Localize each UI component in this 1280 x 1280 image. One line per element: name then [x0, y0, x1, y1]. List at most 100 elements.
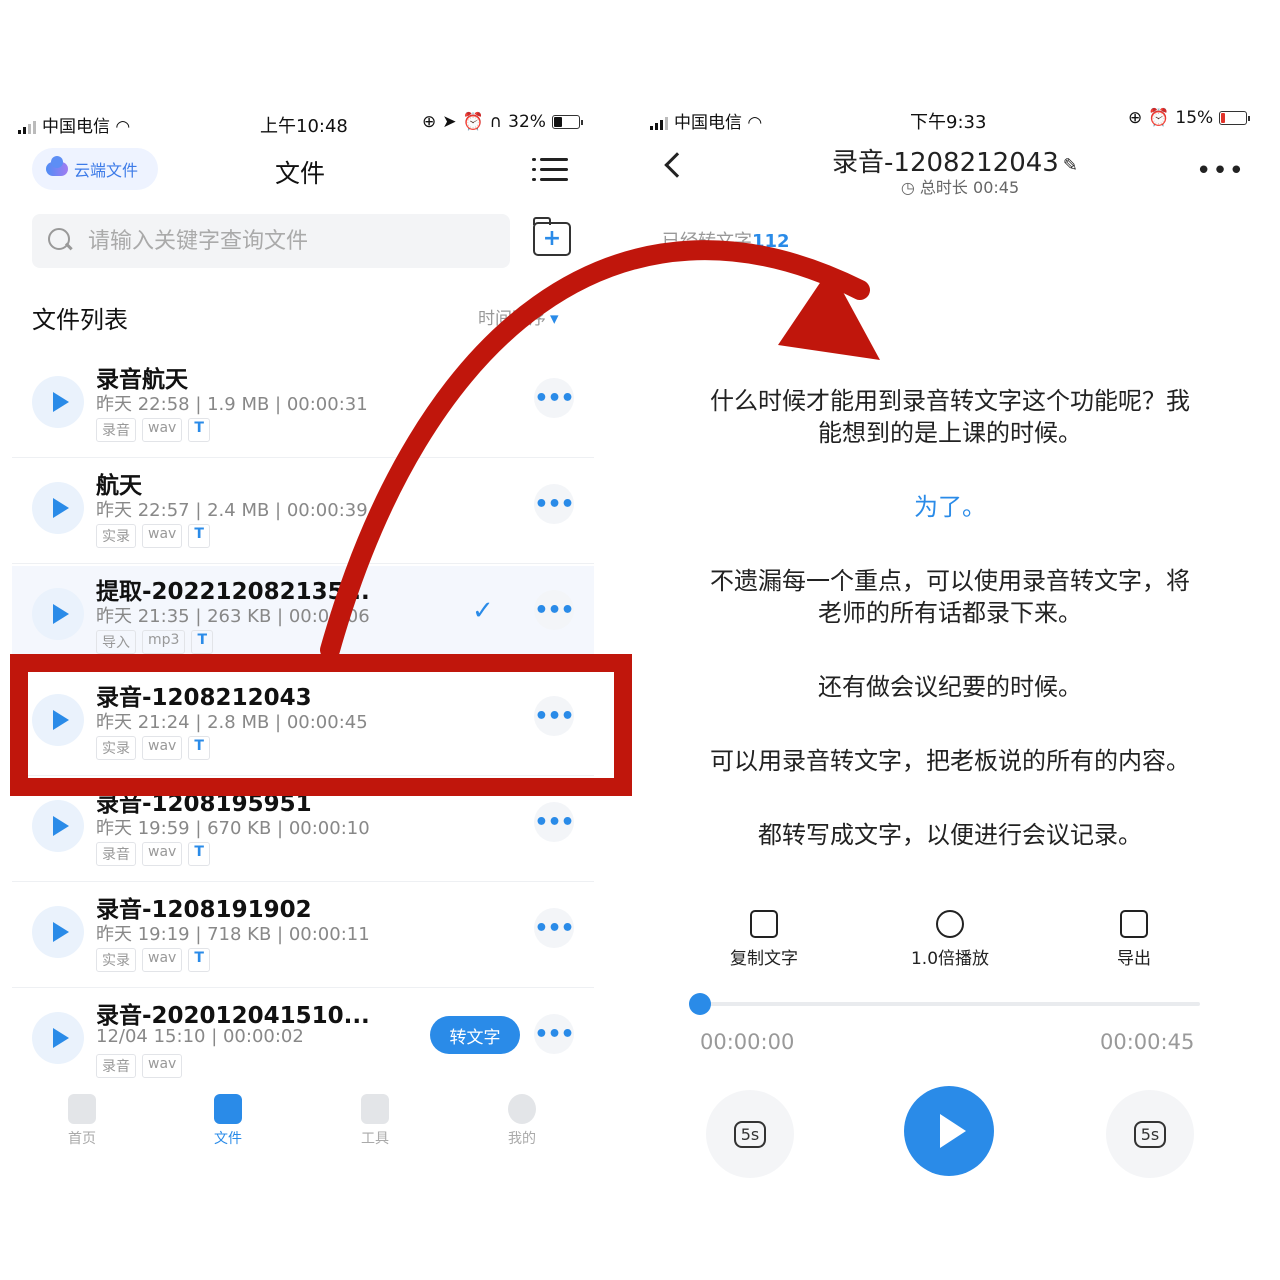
- nav-profile[interactable]: 我的: [482, 1094, 562, 1148]
- progress-slider[interactable]: [689, 993, 1200, 1015]
- file-tags: 实录 wav T: [96, 524, 210, 548]
- duration-label: 总时长 00:45: [919, 178, 1020, 197]
- file-row[interactable]: 航天 昨天 22:57 | 2.4 MB | 00:00:39 实录 wav T…: [12, 460, 594, 564]
- status-time: 上午10:48: [260, 116, 348, 137]
- alarm-icon: ⏰: [462, 112, 484, 132]
- transcript-paragraph[interactable]: 可以用录音转文字，把老板说的所有的内容。: [700, 745, 1200, 777]
- signal-icon: [650, 116, 668, 130]
- duration-row: ◷ 总时长 00:45: [840, 174, 1080, 198]
- forward-label: 5s: [1133, 1120, 1167, 1148]
- file-row[interactable]: 录音-1208191902 昨天 19:19 | 718 KB | 00:00:…: [12, 884, 594, 988]
- playback-speed-button[interactable]: 1.0倍播放: [880, 910, 1020, 969]
- battery-percent: 32%: [508, 112, 546, 132]
- wifi-icon: ◠: [747, 113, 763, 133]
- file-row[interactable]: 录音-202012041510... 12/04 15:10 | 00:00:0…: [12, 990, 594, 1094]
- rewind-5s-button[interactable]: 5s: [706, 1090, 794, 1178]
- alarm-icon: ⏰: [1148, 108, 1170, 128]
- lock-rotation-icon: ⊕: [422, 112, 437, 132]
- source-tag: 导入: [96, 630, 136, 654]
- sort-dropdown[interactable]: 时间降序: [478, 304, 559, 329]
- plus-icon: +: [542, 226, 562, 251]
- source-tag: 录音: [96, 842, 136, 866]
- headphones-icon: ∩: [489, 112, 503, 132]
- play-icon[interactable]: [32, 482, 84, 534]
- source-tag: 实录: [96, 948, 136, 972]
- highlight-box: [10, 654, 632, 796]
- search-input[interactable]: [88, 228, 468, 254]
- list-menu-icon[interactable]: [532, 156, 568, 184]
- transcript-paragraph[interactable]: 还有做会议纪要的时候。: [700, 671, 1200, 703]
- location-icon: ➤: [442, 112, 457, 132]
- status-bar: 中国电信 ◠ 下午9:33 ⊕ ⏰ 15%: [650, 108, 1260, 138]
- wifi-icon: ◠: [115, 117, 131, 137]
- transcribed-tag: T: [188, 948, 210, 972]
- search-box[interactable]: [32, 214, 510, 268]
- play-icon[interactable]: [32, 800, 84, 852]
- file-meta: 昨天 21:35 | 263 KB | 00:00:06: [96, 606, 370, 627]
- play-icon[interactable]: [32, 588, 84, 640]
- progress-knob[interactable]: [689, 993, 711, 1015]
- play-icon[interactable]: [32, 376, 84, 428]
- transcript-paragraph[interactable]: 不遗漏每一个重点，可以使用录音转文字，将老师的所有话都录下来。: [700, 565, 1200, 629]
- tool-bar: 复制文字 1.0倍播放 导出: [640, 910, 1280, 980]
- checkmark-icon: ✓: [472, 596, 494, 626]
- more-options-button[interactable]: •••: [534, 378, 575, 418]
- bottom-nav: 首页 文件 工具 我的: [0, 1094, 640, 1164]
- more-options-button[interactable]: •••: [534, 802, 575, 842]
- format-tag: wav: [142, 1054, 183, 1078]
- more-options-icon[interactable]: •••: [1196, 156, 1245, 186]
- play-icon[interactable]: [32, 906, 84, 958]
- transcript-paragraph[interactable]: 什么时候才能用到录音转文字这个功能呢？我能想到的是上课的时候。: [700, 385, 1200, 449]
- transcript-paragraph[interactable]: 都转写成文字，以便进行会议记录。: [700, 819, 1200, 851]
- export-label: 导出: [1117, 949, 1151, 969]
- home-icon: [68, 1094, 96, 1124]
- new-folder-button[interactable]: +: [533, 217, 571, 256]
- status-icons: ⊕ ➤ ⏰ ∩ 32%: [422, 112, 583, 132]
- export-button[interactable]: 导出: [1064, 910, 1204, 969]
- back-button[interactable]: [664, 152, 690, 178]
- forward-5s-button[interactable]: 5s: [1106, 1090, 1194, 1178]
- source-tag: 实录: [96, 524, 136, 548]
- file-tags: 录音 wav: [96, 1054, 183, 1078]
- play-icon[interactable]: [32, 1012, 84, 1064]
- speedometer-icon: [936, 910, 964, 938]
- page-title: 文件: [274, 159, 325, 188]
- cloud-files-button[interactable]: 云端文件: [32, 148, 158, 190]
- toolbox-icon: [361, 1094, 389, 1124]
- file-meta: 昨天 19:59 | 670 KB | 00:00:10: [96, 818, 370, 839]
- file-meta: 昨天 22:57 | 2.4 MB | 00:00:39: [96, 500, 368, 521]
- copy-text-button[interactable]: 复制文字: [694, 910, 834, 969]
- carrier: 中国电信 ◠: [650, 108, 762, 133]
- profile-icon: [508, 1094, 536, 1124]
- more-options-button[interactable]: •••: [534, 1014, 575, 1054]
- battery-percent: 15%: [1175, 108, 1214, 128]
- nav-home[interactable]: 首页: [42, 1094, 122, 1148]
- transcript-screen: 中国电信 ◠ 下午9:33 ⊕ ⏰ 15% 录音-1208212043 ✎ ◷ 总…: [640, 0, 1280, 1280]
- edit-icon[interactable]: ✎: [1063, 155, 1078, 176]
- more-options-button[interactable]: •••: [534, 590, 575, 630]
- format-tag: wav: [142, 948, 183, 972]
- more-options-button[interactable]: •••: [534, 908, 575, 948]
- file-row[interactable]: 录音航天 昨天 22:58 | 1.9 MB | 00:00:31 录音 wav…: [12, 354, 594, 458]
- copy-text-label: 复制文字: [730, 949, 798, 969]
- convert-to-text-button[interactable]: 转文字: [430, 1016, 520, 1054]
- signal-icon: [18, 120, 36, 134]
- converted-label: 已经转文字: [662, 231, 752, 252]
- status-bar: 中国电信 ◠ 上午10:48 ⊕ ➤ ⏰ ∩ 32%: [18, 112, 618, 138]
- file-name: 录音-202012041510...: [96, 1003, 370, 1029]
- carrier-label: 中国电信: [42, 117, 110, 137]
- more-options-button[interactable]: •••: [534, 484, 575, 524]
- play-button[interactable]: [904, 1086, 994, 1176]
- nav-profile-label: 我的: [508, 1131, 536, 1147]
- nav-files-label: 文件: [214, 1131, 242, 1147]
- file-name: 录音-1208191902: [96, 897, 312, 923]
- nav-files[interactable]: 文件: [188, 1094, 268, 1148]
- file-list-screen: 中国电信 ◠ 上午10:48 ⊕ ➤ ⏰ ∩ 32% 云端文件 文件 + 文件列…: [0, 0, 640, 1280]
- transcript-paragraph-current[interactable]: 为了。: [700, 491, 1200, 523]
- nav-tools[interactable]: 工具: [335, 1094, 415, 1148]
- file-meta: 12/04 15:10 | 00:00:02: [96, 1026, 304, 1047]
- format-tag: mp3: [142, 630, 186, 654]
- converted-count: 已经转文字112: [662, 227, 790, 253]
- transcribed-tag: T: [188, 524, 210, 548]
- file-tags: 录音 wav T: [96, 418, 210, 442]
